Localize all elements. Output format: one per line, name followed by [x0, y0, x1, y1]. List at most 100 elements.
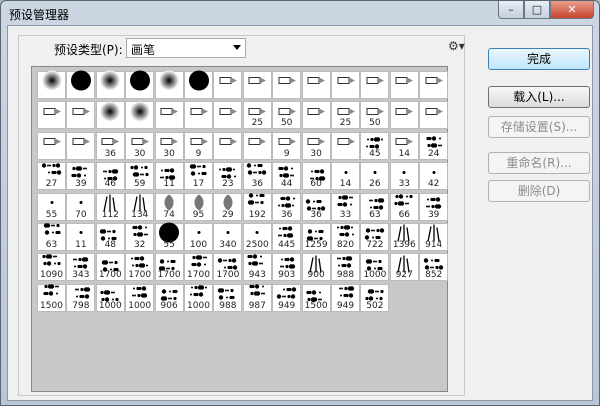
brush-preset-cell[interactable]: 14	[389, 131, 419, 160]
rename-button[interactable]: 重命名(R)...	[488, 152, 590, 174]
brush-preset-cell[interactable]: 9	[184, 131, 213, 160]
brush-preset-cell[interactable]: 30	[301, 131, 331, 160]
brush-preset-cell[interactable]: 44	[272, 162, 302, 191]
brush-preset-cell[interactable]: 1700	[154, 253, 184, 282]
brush-preset-cell[interactable]: 9	[272, 131, 302, 160]
brush-preset-cell[interactable]: 17	[184, 162, 213, 191]
brush-preset-cell[interactable]: 60	[301, 162, 331, 191]
maximize-button[interactable]: □	[524, 1, 550, 19]
brush-preset-cell[interactable]	[213, 71, 243, 99]
brush-preset-cell[interactable]: 23	[213, 162, 243, 191]
title-bar[interactable]: 预设管理器 – □ ✕	[1, 1, 599, 25]
brush-preset-cell[interactable]: 987	[242, 283, 272, 312]
gear-icon[interactable]: ⚙▾	[448, 40, 465, 52]
brush-preset-cell[interactable]: 1700	[95, 253, 125, 282]
close-button[interactable]: ✕	[550, 1, 594, 19]
brush-preset-cell[interactable]: 55	[37, 192, 66, 221]
brush-preset-cell[interactable]: 46	[95, 162, 125, 191]
brush-preset-cell[interactable]	[154, 70, 184, 99]
brush-preset-cell[interactable]	[37, 101, 66, 130]
brush-preset-cell[interactable]: 27	[37, 162, 66, 191]
brush-preset-cell[interactable]: 95	[184, 192, 213, 221]
brush-preset-cell[interactable]: 70	[66, 192, 96, 221]
brush-preset-cell[interactable]: 1090	[37, 253, 66, 282]
brush-preset-cell[interactable]: 914	[419, 223, 449, 251]
brush-preset-cell[interactable]: 134	[125, 192, 155, 221]
brush-preset-cell[interactable]: 36	[95, 131, 125, 160]
brush-preset-cell[interactable]: 927	[389, 253, 419, 282]
brush-preset-cell[interactable]: 903	[272, 253, 302, 282]
brush-preset-cell[interactable]	[95, 101, 125, 130]
preset-type-dropdown[interactable]: 画笔	[126, 38, 246, 58]
brush-preset-cell[interactable]: 1700	[125, 253, 155, 282]
brush-preset-cell[interactable]: 59	[125, 162, 155, 191]
brush-preset-cell[interactable]: 502	[360, 283, 390, 312]
brush-preset-cell[interactable]	[213, 131, 243, 160]
brush-preset-cell[interactable]: 55	[154, 222, 184, 251]
brush-preset-cell[interactable]: 30	[154, 131, 184, 160]
brush-preset-cell[interactable]: 26	[360, 162, 390, 191]
brush-preset-cell[interactable]: 1259	[301, 223, 331, 251]
brush-preset-cell[interactable]	[242, 131, 272, 160]
brush-preset-list[interactable]: 25 50 25 50 36 30 30 9 9 30 45 14 24 27 39 46 59 11 17 23 36…	[31, 66, 449, 392]
brush-preset-cell[interactable]	[213, 101, 243, 130]
brush-preset-cell[interactable]	[331, 131, 360, 160]
load-button[interactable]: 载入(L)...	[488, 86, 590, 108]
brush-preset-cell[interactable]: 1000	[360, 253, 390, 282]
brush-preset-cell[interactable]: 1700	[213, 253, 243, 282]
brush-preset-cell[interactable]: 988	[213, 283, 243, 312]
brush-preset-cell[interactable]: 900	[301, 253, 331, 282]
brush-preset-cell[interactable]	[419, 71, 449, 99]
brush-preset-cell[interactable]: 445	[272, 223, 302, 251]
brush-preset-cell[interactable]	[66, 70, 96, 99]
minimize-button[interactable]: –	[498, 1, 524, 19]
brush-preset-cell[interactable]: 42	[419, 162, 449, 191]
brush-preset-cell[interactable]: 24	[419, 131, 449, 160]
brush-preset-cell[interactable]: 949	[272, 283, 302, 312]
brush-preset-cell[interactable]: 1396	[389, 223, 419, 251]
brush-preset-cell[interactable]	[242, 71, 272, 99]
brush-preset-cell[interactable]: 25	[331, 101, 360, 130]
brush-preset-cell[interactable]: 988	[331, 253, 360, 282]
brush-preset-cell[interactable]	[301, 101, 331, 130]
brush-preset-cell[interactable]	[301, 71, 331, 99]
brush-preset-cell[interactable]: 14	[331, 162, 360, 191]
brush-preset-cell[interactable]: 906	[154, 283, 184, 312]
brush-preset-cell[interactable]: 1000	[184, 283, 213, 312]
brush-preset-cell[interactable]: 36	[301, 192, 331, 221]
brush-preset-cell[interactable]: 39	[419, 192, 449, 221]
brush-preset-cell[interactable]: 722	[360, 223, 390, 251]
brush-preset-cell[interactable]	[389, 101, 419, 130]
brush-preset-cell[interactable]	[184, 101, 213, 130]
brush-preset-cell[interactable]	[389, 71, 419, 99]
brush-preset-cell[interactable]	[125, 70, 155, 99]
brush-preset-cell[interactable]: 1700	[184, 253, 213, 282]
brush-preset-cell[interactable]: 30	[125, 131, 155, 160]
brush-preset-cell[interactable]: 74	[154, 192, 184, 221]
brush-preset-cell[interactable]	[66, 101, 96, 130]
brush-preset-cell[interactable]: 50	[360, 101, 390, 130]
brush-preset-cell[interactable]: 100	[184, 223, 213, 251]
brush-preset-cell[interactable]	[95, 70, 125, 99]
brush-preset-cell[interactable]: 2500	[242, 223, 272, 251]
brush-preset-cell[interactable]: 36	[272, 192, 302, 221]
brush-preset-cell[interactable]: 63	[360, 192, 390, 221]
brush-preset-cell[interactable]	[125, 101, 155, 130]
brush-preset-cell[interactable]: 340	[213, 223, 243, 251]
brush-preset-cell[interactable]: 1000	[125, 283, 155, 312]
brush-preset-cell[interactable]: 343	[66, 253, 96, 282]
brush-preset-cell[interactable]	[154, 101, 184, 130]
brush-preset-cell[interactable]: 1500	[37, 283, 66, 312]
brush-preset-cell[interactable]	[331, 71, 360, 99]
brush-preset-cell[interactable]: 33	[331, 192, 360, 221]
brush-preset-cell[interactable]: 1000	[95, 283, 125, 312]
brush-preset-cell[interactable]: 192	[242, 192, 272, 221]
brush-preset-cell[interactable]: 949	[331, 283, 360, 312]
brush-preset-cell[interactable]: 820	[331, 223, 360, 251]
brush-preset-cell[interactable]: 33	[389, 162, 419, 191]
brush-preset-cell[interactable]: 63	[37, 223, 66, 251]
brush-preset-cell[interactable]	[66, 131, 96, 160]
brush-preset-cell[interactable]: 50	[272, 101, 302, 130]
brush-preset-cell[interactable]: 943	[242, 253, 272, 282]
brush-preset-cell[interactable]: 32	[125, 223, 155, 251]
